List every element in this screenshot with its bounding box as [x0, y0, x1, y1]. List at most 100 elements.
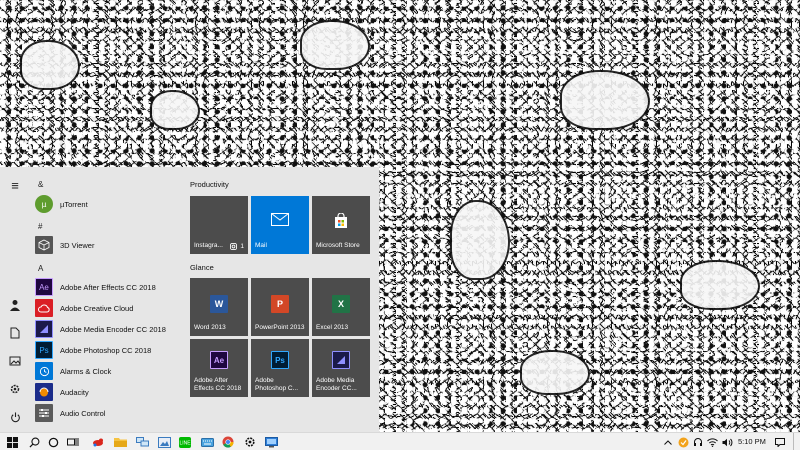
app-list: & µ µTorrent # 3D Viewer A Ae Adobe Afte… — [30, 167, 180, 432]
power-icon[interactable] — [5, 407, 25, 427]
me-badge — [332, 351, 350, 369]
app-audacity[interactable]: Audacity — [35, 382, 180, 402]
keyboard-icon[interactable] — [199, 434, 215, 450]
media-encoder-icon — [332, 351, 350, 369]
after-effects-icon: Ae — [210, 351, 228, 369]
utorrent-icon: µ — [35, 195, 53, 213]
tile-label: Adobe Media Encoder CC... — [316, 377, 357, 392]
section-header-amp[interactable]: & — [38, 180, 43, 189]
image-viewer-icon[interactable] — [156, 434, 172, 450]
ae-glyph: Ae — [39, 282, 49, 292]
pictures-icon[interactable] — [5, 351, 25, 371]
app-label: 3D Viewer — [60, 240, 95, 250]
hamburger-glyph: ≡ — [11, 177, 19, 193]
tile-powerpoint-2013[interactable]: P PowerPoint 2013 — [251, 278, 309, 336]
line-chat-icon[interactable]: LINE — [177, 434, 193, 450]
tile-label: Microsoft Store — [316, 242, 360, 249]
creative-cloud-icon — [35, 299, 53, 317]
taskbar: LINE 5:10 PM — [0, 432, 800, 450]
tile-label: PowerPoint 2013 — [255, 324, 305, 331]
wallpaper-blob — [560, 70, 650, 130]
app-utorrent[interactable]: µ µTorrent — [35, 194, 180, 214]
wallpaper-blob — [680, 260, 760, 310]
notification-count: 1 — [240, 243, 244, 250]
sliders-icon — [35, 404, 53, 422]
excel-icon: X — [332, 295, 350, 313]
wallpaper-blob — [520, 350, 590, 395]
app-after-effects[interactable]: Ae Adobe After Effects CC 2018 — [35, 277, 180, 297]
app-3d-viewer[interactable]: 3D Viewer — [35, 235, 180, 255]
documents-icon[interactable] — [5, 323, 25, 343]
taskbar-clock[interactable]: 5:10 PM — [738, 437, 766, 446]
headset-icon[interactable] — [692, 435, 704, 449]
user-account-icon[interactable] — [5, 295, 25, 315]
app-bird-icon[interactable] — [90, 434, 106, 450]
app-label: Audio Control — [60, 408, 106, 418]
tile-media-encoder[interactable]: Adobe Media Encoder CC... — [312, 339, 370, 397]
wallpaper-blob — [300, 20, 370, 70]
wallpaper-blob — [150, 90, 200, 130]
app-label: Audacity — [60, 387, 89, 397]
show-desktop-button[interactable] — [793, 433, 794, 450]
alarm-clock-icon — [35, 362, 53, 380]
file-explorer-icon[interactable] — [112, 434, 128, 450]
windows-start-icon[interactable] — [4, 434, 20, 450]
network-computers-icon[interactable] — [134, 434, 150, 450]
section-header-a[interactable]: A — [38, 264, 43, 273]
notification-center-icon[interactable] — [774, 435, 786, 449]
tile-label: Adobe Photoshop C... — [255, 377, 298, 392]
tile-after-effects[interactable]: Ae Adobe After Effects CC 2018 — [190, 339, 248, 397]
app-label: µTorrent — [60, 199, 88, 209]
ae-glyph: Ae — [210, 351, 228, 369]
section-header-hash[interactable]: # — [38, 222, 42, 231]
ps-glyph: Ps — [39, 345, 49, 355]
chrome-icon[interactable] — [220, 434, 236, 450]
media-encoder-icon — [35, 320, 53, 338]
start-menu: ≡ & µ µTorrent # 3D Viewer A Ae Adobe Af… — [0, 167, 379, 432]
tile-label: Mail — [255, 242, 267, 249]
tile-word-2013[interactable]: W Word 2013 — [190, 278, 248, 336]
audacity-icon — [35, 383, 53, 401]
app-media-encoder[interactable]: Adobe Media Encoder CC 2018 — [35, 319, 180, 339]
chevron-up-icon[interactable] — [663, 435, 673, 449]
settings-gear-icon[interactable] — [5, 379, 25, 399]
task-view-icon[interactable] — [65, 434, 81, 450]
tile-microsoft-store[interactable]: Microsoft Store — [312, 196, 370, 254]
tile-label: Instagra... — [194, 242, 223, 249]
tile-excel-2013[interactable]: X Excel 2013 — [312, 278, 370, 336]
wifi-icon[interactable] — [706, 435, 718, 449]
photoshop-icon: Ps — [271, 351, 289, 369]
remote-desktop-icon[interactable] — [263, 434, 279, 450]
app-tray-icon[interactable] — [677, 435, 689, 449]
app-label: Adobe After Effects CC 2018 — [60, 282, 156, 292]
tile-instagram[interactable]: Instagra... 1 — [190, 196, 248, 254]
tile-badge: 1 — [230, 243, 244, 250]
word-icon: W — [210, 295, 228, 313]
tile-label: Excel 2013 — [316, 324, 349, 331]
cortana-icon[interactable] — [45, 434, 61, 450]
tile-photoshop[interactable]: Ps Adobe Photoshop C... — [251, 339, 309, 397]
wallpaper-blob — [20, 40, 80, 90]
powerpoint-glyph: P — [271, 295, 289, 313]
tile-mail[interactable]: Mail — [251, 196, 309, 254]
app-alarms-clock[interactable]: Alarms & Clock — [35, 361, 180, 381]
tile-label: Word 2013 — [194, 324, 226, 331]
start-rail: ≡ — [0, 167, 30, 432]
tile-label: Adobe After Effects CC 2018 — [194, 377, 242, 392]
group-label-glance[interactable]: Glance — [190, 263, 214, 272]
wallpaper-blob — [450, 200, 510, 280]
svg-text:LINE: LINE — [179, 440, 191, 446]
excel-glyph: X — [332, 295, 350, 313]
shopping-bag-icon — [333, 212, 349, 234]
app-photoshop[interactable]: Ps Adobe Photoshop CC 2018 — [35, 340, 180, 360]
search-icon[interactable] — [26, 434, 42, 450]
hamburger-menu-icon[interactable]: ≡ — [5, 175, 25, 195]
app-creative-cloud[interactable]: Adobe Creative Cloud — [35, 298, 180, 318]
app-label: Adobe Creative Cloud — [60, 303, 134, 313]
app-label: Adobe Media Encoder CC 2018 — [60, 324, 166, 334]
app-audio-control[interactable]: Audio Control — [35, 403, 180, 423]
settings-gear-icon[interactable] — [242, 434, 258, 450]
after-effects-icon: Ae — [35, 278, 53, 296]
group-label-productivity[interactable]: Productivity — [190, 180, 229, 189]
volume-icon[interactable] — [721, 435, 733, 449]
